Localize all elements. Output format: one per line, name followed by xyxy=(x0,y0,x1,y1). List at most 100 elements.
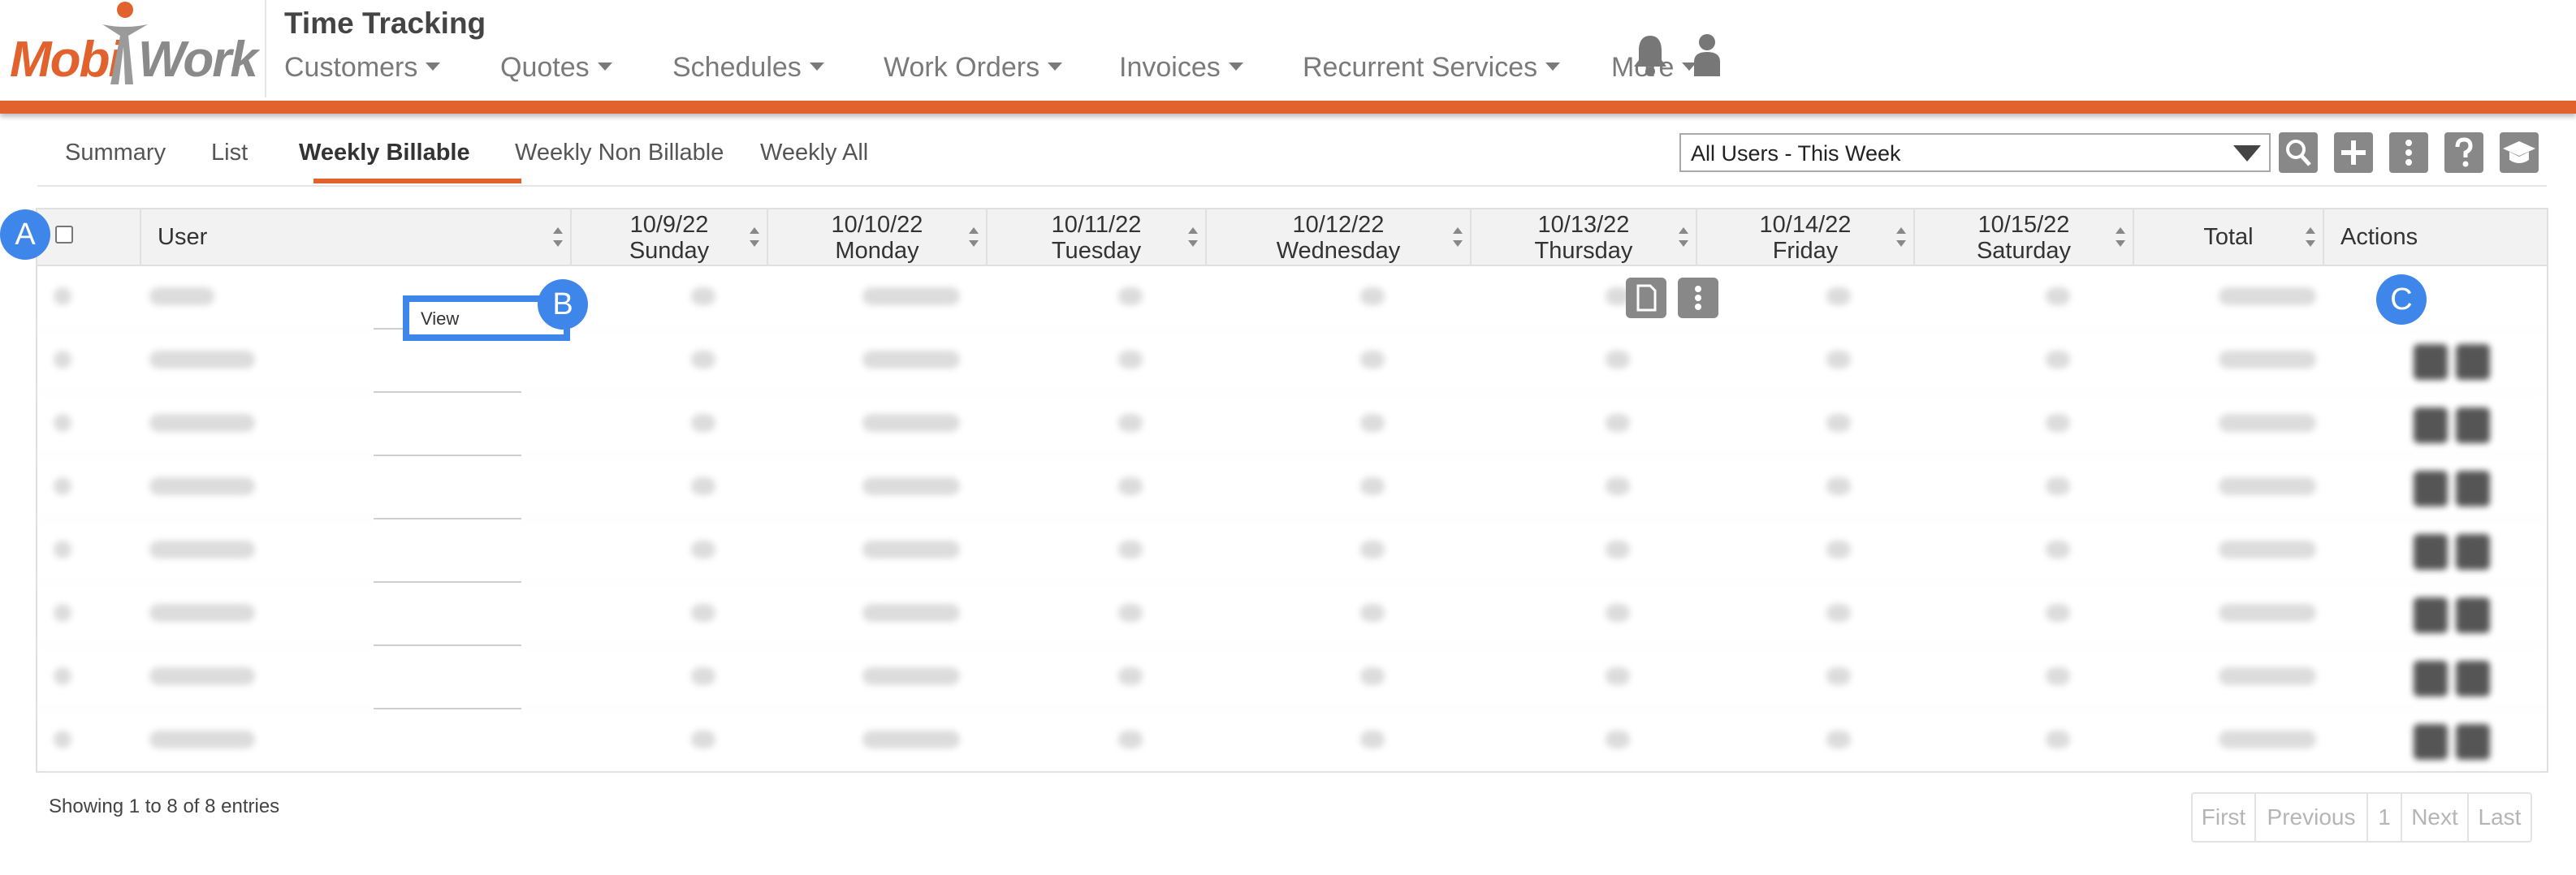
value-cell-placeholder xyxy=(2219,351,2316,369)
row-action-placeholder xyxy=(2456,471,2490,506)
value-cell-placeholder xyxy=(1118,541,1143,558)
column-date: 10/14/22 xyxy=(1759,212,1852,238)
value-cell-placeholder xyxy=(862,731,960,748)
row-checkbox-placeholder xyxy=(54,604,71,622)
column-date: 10/11/22 xyxy=(1051,212,1142,238)
pagination: First Previous 1 Next Last xyxy=(2191,792,2532,843)
column-user-label: User xyxy=(158,224,208,250)
nav-schedules[interactable]: Schedules xyxy=(672,52,824,84)
view-menu-item-label: View xyxy=(421,308,460,329)
value-cell-placeholder xyxy=(1606,541,1630,558)
menu-divider xyxy=(374,455,521,456)
value-cell-placeholder xyxy=(1826,477,1851,495)
column-date: 10/9/22 xyxy=(629,212,709,238)
nav-invoices[interactable]: Invoices xyxy=(1119,52,1243,84)
value-cell-placeholder xyxy=(691,731,715,748)
row-action-placeholder xyxy=(2414,471,2448,506)
chevron-down-icon xyxy=(597,62,612,71)
value-cell-placeholder xyxy=(862,604,960,622)
value-cell-placeholder xyxy=(1826,287,1851,305)
user-icon[interactable] xyxy=(1688,32,1727,78)
row-more-button[interactable] xyxy=(1678,278,1718,318)
value-cell-placeholder xyxy=(1826,541,1851,558)
column-total[interactable]: Total xyxy=(2134,209,2324,265)
mobiwork-logo[interactable]: Mobi Work xyxy=(10,0,258,89)
nav-work-orders[interactable]: Work Orders xyxy=(884,52,1063,84)
row-action-placeholder xyxy=(2456,407,2490,443)
pager-page-1[interactable]: 1 xyxy=(2368,794,2402,841)
pager-first[interactable]: First xyxy=(2193,794,2256,841)
tab-weekly-billable[interactable]: Weekly Billable xyxy=(299,140,470,166)
active-tab-indicator xyxy=(313,179,521,183)
column-friday[interactable]: 10/14/22 Friday xyxy=(1697,209,1915,265)
nav-recurrent-services-label: Recurrent Services xyxy=(1303,52,1538,83)
pager-previous[interactable]: Previous xyxy=(2256,794,2368,841)
value-cell-placeholder xyxy=(1118,604,1143,622)
value-cell-placeholder xyxy=(1118,667,1143,685)
help-button[interactable] xyxy=(2444,132,2483,173)
sort-icon xyxy=(749,227,760,247)
value-cell-placeholder xyxy=(862,541,960,558)
column-monday[interactable]: 10/10/22 Monday xyxy=(768,209,988,265)
pager-last[interactable]: Last xyxy=(2469,794,2531,841)
bell-icon[interactable] xyxy=(1631,32,1670,78)
column-wednesday[interactable]: 10/12/22 Wednesday xyxy=(1207,209,1472,265)
nav-recurrent-services[interactable]: Recurrent Services xyxy=(1303,52,1561,84)
sort-icon xyxy=(1187,227,1199,247)
column-thursday[interactable]: 10/13/22 Thursday xyxy=(1472,209,1697,265)
marker-a: A xyxy=(0,209,50,260)
value-cell-placeholder xyxy=(862,351,960,369)
value-cell-placeholder xyxy=(2046,731,2070,748)
value-cell-placeholder xyxy=(2219,667,2316,685)
value-cell-placeholder xyxy=(1606,731,1630,748)
value-cell-placeholder xyxy=(1826,414,1851,432)
value-cell-placeholder xyxy=(2046,414,2070,432)
tab-list[interactable]: List xyxy=(211,140,248,166)
sort-icon xyxy=(1895,227,1907,247)
logo-work-text: Work xyxy=(138,32,258,88)
column-tuesday[interactable]: 10/11/22 Tuesday xyxy=(988,209,1207,265)
tutorial-button[interactable] xyxy=(2500,132,2539,173)
row-view-button[interactable] xyxy=(1626,278,1666,318)
value-cell-placeholder xyxy=(2046,667,2070,685)
user-cell-placeholder xyxy=(149,351,255,369)
column-weekday: Saturday xyxy=(1976,238,2072,264)
chevron-down-icon xyxy=(1228,62,1243,71)
search-button[interactable] xyxy=(2279,132,2318,173)
add-button[interactable] xyxy=(2334,132,2373,173)
row-checkbox-placeholder xyxy=(54,414,71,432)
value-cell-placeholder xyxy=(2219,414,2316,432)
column-actions: Actions xyxy=(2324,209,2547,265)
tabs-divider xyxy=(37,185,2547,187)
nav-customers[interactable]: Customers xyxy=(284,52,441,84)
user-period-select[interactable]: All Users - This Week xyxy=(1679,133,2271,172)
column-sunday[interactable]: 10/9/22 Sunday xyxy=(572,209,768,265)
tab-weekly-non-billable[interactable]: Weekly Non Billable xyxy=(515,140,724,166)
nav-work-orders-label: Work Orders xyxy=(884,52,1040,83)
row-checkbox-placeholder xyxy=(54,731,71,748)
value-cell-placeholder xyxy=(2219,287,2316,305)
select-all-checkbox[interactable] xyxy=(55,226,73,244)
chevron-down-icon xyxy=(426,62,441,71)
tab-summary[interactable]: Summary xyxy=(65,140,166,166)
tab-weekly-all[interactable]: Weekly All xyxy=(760,140,868,166)
nav-schedules-label: Schedules xyxy=(672,52,802,83)
row-checkbox-placeholder xyxy=(54,287,71,305)
value-cell-placeholder xyxy=(2046,604,2070,622)
column-saturday[interactable]: 10/15/22 Saturday xyxy=(1915,209,2134,265)
user-cell-placeholder xyxy=(149,287,214,305)
column-weekday: Thursday xyxy=(1534,238,1633,264)
row-dropdown-menu xyxy=(374,292,521,713)
value-cell-placeholder xyxy=(1360,541,1385,558)
more-options-button[interactable] xyxy=(2389,132,2428,173)
column-actions-label: Actions xyxy=(2340,224,2418,250)
column-user[interactable]: User xyxy=(141,209,572,265)
value-cell-placeholder xyxy=(1118,477,1143,495)
nav-quotes[interactable]: Quotes xyxy=(500,52,612,84)
value-cell-placeholder xyxy=(2046,351,2070,369)
value-cell-placeholder xyxy=(862,667,960,685)
top-header: Mobi Work Time Tracking Customers Quotes… xyxy=(0,0,2576,101)
value-cell-placeholder xyxy=(1826,604,1851,622)
pager-next[interactable]: Next xyxy=(2402,794,2469,841)
menu-divider xyxy=(374,644,521,646)
